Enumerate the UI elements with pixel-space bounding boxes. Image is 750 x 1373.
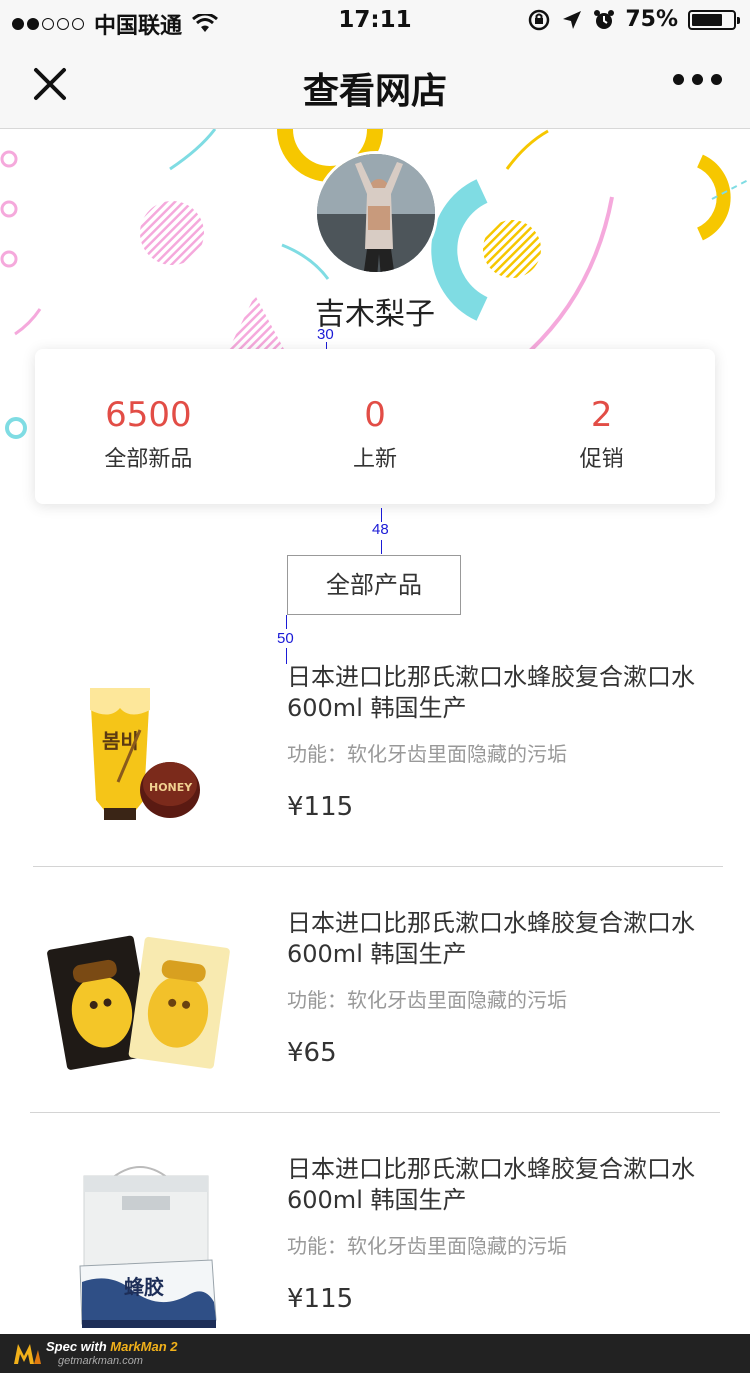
nav-bar: 查看网店	[0, 40, 750, 129]
avatar[interactable]	[314, 151, 438, 275]
markman-watermark: Spec with MarkMan 2 getmarkman.com	[0, 1334, 750, 1373]
location-arrow-icon	[563, 10, 582, 29]
battery-icon	[688, 9, 740, 30]
product-desc: 功能：软化牙齿里面隐藏的污垢	[287, 988, 567, 1012]
product-title: 日本进口比那氏漱口水蜂胶复合漱口水600ml 韩国生产	[287, 909, 695, 968]
stat-label: 促销	[579, 447, 624, 472]
spec-line-48-top	[381, 508, 382, 522]
tab-all-products[interactable]: 全部产品	[287, 555, 461, 615]
alarm-icon	[594, 9, 615, 29]
svg-text:蜂胶: 蜂胶	[124, 1275, 164, 1299]
honey-mask-product-image	[47, 935, 230, 1070]
decorative-ring	[5, 417, 27, 439]
markman-logo-icon	[14, 1344, 41, 1364]
stat-label: 上新	[353, 447, 398, 472]
stat-value: 6500	[105, 395, 192, 435]
product-title: 日本进口比那氏漱口水蜂胶复合漱口水600ml 韩国生产	[287, 663, 695, 722]
product-item[interactable]: 日本进口比那氏漱口水蜂胶复合漱口水600ml 韩国生产 功能：软化牙齿里面隐藏的…	[0, 886, 750, 1132]
page-title: 查看网店	[302, 71, 447, 112]
stat-label: 全部新品	[104, 447, 193, 472]
product-title: 日本进口比那氏漱口水蜂胶复合漱口水600ml 韩国生产	[287, 1155, 695, 1214]
markman-tagline: Spec with MarkMan 2	[46, 1339, 178, 1354]
stat-promotions[interactable]: 2 促销	[488, 349, 715, 504]
stat-value: 0	[364, 395, 386, 435]
status-bar: 中国联通 17:11 75%	[0, 0, 750, 40]
product-price: ¥65	[287, 1038, 337, 1068]
product-price: ¥115	[287, 792, 354, 822]
product-desc: 功能：软化牙齿里面隐藏的污垢	[287, 742, 567, 766]
more-options-icon[interactable]	[673, 74, 722, 85]
divider	[30, 1112, 720, 1113]
product-price: ¥115	[287, 1284, 354, 1314]
product-item[interactable]: 봄비 HONEY 日本进口比那氏漱口水蜂胶复合漱口水600ml 韩国生产 功能：…	[0, 640, 750, 886]
spec-annotation-48: 48	[372, 521, 389, 538]
propolis-giftbox-product-image: 蜂胶	[79, 1166, 217, 1328]
markman-brand: MarkMan 2	[110, 1339, 178, 1354]
spec-line-50-top	[286, 615, 287, 629]
stat-value: 2	[590, 395, 613, 435]
product-desc: 功能：软化牙齿里面隐藏的污垢	[287, 1234, 567, 1258]
battery-percent: 75%	[625, 7, 678, 32]
status-right: 75%	[527, 7, 740, 32]
stats-card: 6500 全部新品 0 上新 2 促销	[35, 349, 715, 504]
shop-name: 吉木梨子	[315, 297, 435, 332]
markman-spec-with: Spec with	[46, 1339, 111, 1354]
rotation-lock-icon	[529, 9, 550, 30]
spec-annotation-30: 30	[317, 326, 334, 343]
spec-line-48-bottom	[381, 540, 382, 554]
product-image-label: HONEY	[149, 781, 193, 794]
stat-new-arrivals[interactable]: 0 上新	[262, 349, 489, 504]
stat-all-new[interactable]: 6500 全部新品	[35, 349, 262, 504]
divider	[33, 866, 723, 867]
honey-cream-product-image: 봄비 HONEY	[90, 688, 200, 820]
markman-site: getmarkman.com	[58, 1355, 143, 1367]
battery-fill	[692, 13, 722, 26]
